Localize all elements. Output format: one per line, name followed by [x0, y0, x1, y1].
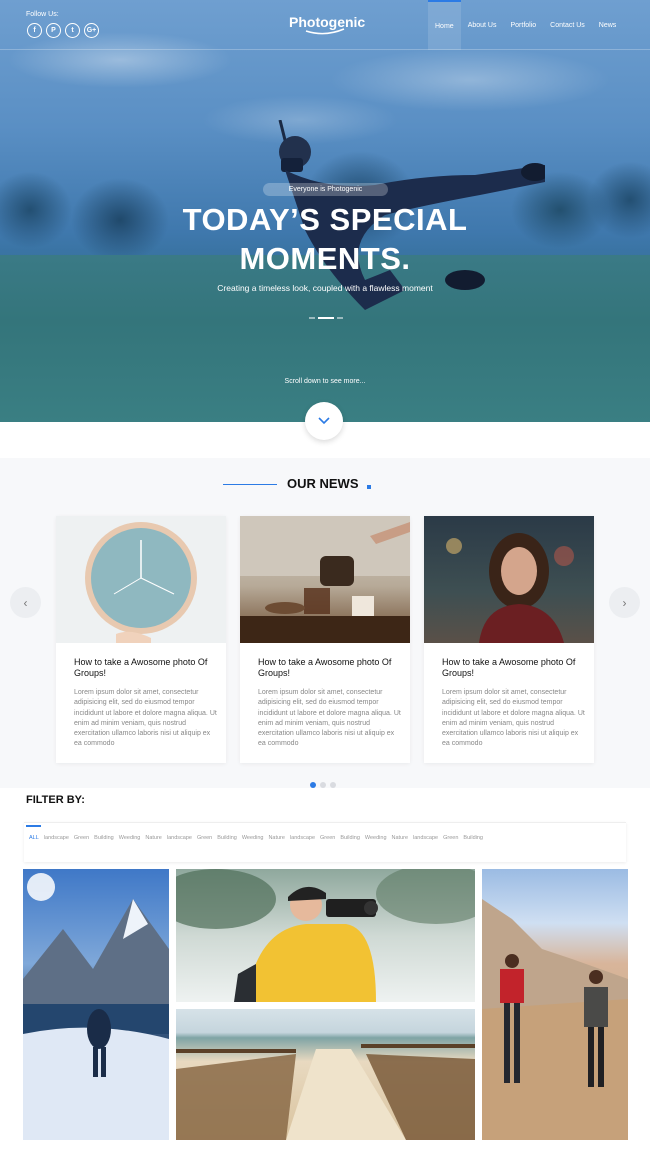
filter-tag[interactable]: Nature: [392, 835, 409, 841]
top-navbar: Follow Us: f P t G+ Photogenic Home Abou…: [0, 0, 650, 50]
news-pager: [310, 782, 336, 788]
wall-clock-icon: [85, 522, 197, 643]
news-pager-dot[interactable]: [330, 782, 336, 788]
gallery-image-beach-path[interactable]: [176, 1009, 475, 1140]
news-card-text: Lorem ipsum dolor sit amet, consectetur …: [258, 689, 401, 748]
filter-active-indicator: [26, 825, 41, 827]
nav-home[interactable]: Home: [428, 0, 461, 50]
filter-tag[interactable]: Building: [340, 835, 360, 841]
beach-path-scene: [176, 1044, 475, 1140]
scroll-down-button[interactable]: [305, 402, 343, 440]
gallery-image-snow-mountain[interactable]: [23, 869, 169, 1140]
chevron-down-icon: [318, 417, 330, 425]
news-card-text: Lorem ipsum dolor sit amet, consectetur …: [442, 689, 585, 748]
chevron-right-icon: ›: [622, 595, 627, 610]
gallery-image-hikers[interactable]: [482, 869, 628, 1140]
nav-news[interactable]: News: [592, 0, 624, 50]
chevron-left-icon: ‹: [23, 595, 28, 610]
filter-tag[interactable]: Weeding: [242, 835, 264, 841]
slider-dot[interactable]: [337, 317, 343, 319]
news-pager-dot[interactable]: [320, 782, 326, 788]
news-title-line: [223, 484, 277, 485]
news-card-image-clock: [56, 516, 226, 643]
hero-title: TODAY’S SPECIAL MOMENTS.: [0, 200, 650, 278]
news-card-image-coffee: [240, 516, 410, 643]
filter-tag[interactable]: Green: [197, 835, 212, 841]
hero-banner: Follow Us: f P t G+ Photogenic Home Abou…: [0, 0, 650, 422]
pinterest-icon[interactable]: P: [46, 23, 61, 38]
logo-swoosh-icon: [305, 28, 345, 35]
filter-tag[interactable]: Green: [74, 835, 89, 841]
news-card-image-portrait: [424, 516, 594, 643]
hero-title-line-1: TODAY’S SPECIAL: [182, 202, 468, 237]
follow-us-label: Follow Us:: [26, 11, 59, 18]
hero-title-line-2: MOMENTS.: [239, 241, 411, 276]
news-card-text: Lorem ipsum dolor sit amet, consectetur …: [74, 689, 217, 748]
news-card[interactable]: How to take a Awosome photo Of Groups! L…: [240, 516, 410, 763]
news-card-title[interactable]: How to take a Awosome photo Of Groups!: [74, 657, 219, 679]
news-card-title[interactable]: How to take a Awosome photo Of Groups!: [442, 657, 587, 679]
filter-tag[interactable]: Weeding: [365, 835, 387, 841]
filter-tag[interactable]: landscape: [290, 835, 315, 841]
news-card[interactable]: How to take a Awosome photo Of Groups! L…: [56, 516, 226, 763]
snow-mountain-scene: [23, 873, 169, 1140]
hero-slider-dots: [309, 317, 343, 319]
filter-tag[interactable]: Nature: [268, 835, 285, 841]
woman-portrait-icon: [446, 533, 574, 643]
hero-subtitle: Creating a timeless look, coupled with a…: [217, 283, 433, 293]
scroll-hint: Scroll down to see more...: [284, 378, 366, 385]
filter-tag[interactable]: Building: [94, 835, 114, 841]
photographer-scene: [176, 869, 475, 1002]
news-card[interactable]: How to take a Awosome photo Of Groups! L…: [424, 516, 594, 763]
twitter-icon[interactable]: t: [65, 23, 80, 38]
filter-tag[interactable]: landscape: [413, 835, 438, 841]
nav-about-us[interactable]: About Us: [461, 0, 504, 50]
filter-tag[interactable]: Building: [463, 835, 483, 841]
facebook-icon[interactable]: f: [27, 23, 42, 38]
hero-tagline: Everyone is Photogenic: [263, 183, 388, 196]
filter-bar: [24, 822, 626, 862]
googleplus-icon[interactable]: G+: [84, 23, 99, 38]
filter-tag[interactable]: Green: [443, 835, 458, 841]
slider-dot[interactable]: [309, 317, 315, 319]
news-title: OUR NEWS: [287, 476, 359, 491]
main-nav: Home About Us Portfolio Contact Us News: [428, 0, 623, 50]
news-card-title[interactable]: How to take a Awosome photo Of Groups!: [258, 657, 403, 679]
filter-tags: ALL landscape Green Building Weeding Nat…: [29, 835, 483, 841]
filter-tag[interactable]: landscape: [167, 835, 192, 841]
news-prev-button[interactable]: ‹: [10, 587, 41, 618]
filter-tag[interactable]: Green: [320, 835, 335, 841]
filter-tag[interactable]: landscape: [44, 835, 69, 841]
nav-portfolio[interactable]: Portfolio: [503, 0, 543, 50]
slider-dot-active[interactable]: [318, 317, 334, 319]
filter-title: FILTER BY:: [26, 794, 85, 806]
coffee-pour-icon: [240, 516, 410, 643]
filter-tag[interactable]: Building: [217, 835, 237, 841]
news-next-button[interactable]: ›: [609, 587, 640, 618]
hikers-scene: [482, 899, 628, 1140]
news-title-dot: [367, 485, 371, 489]
filter-tag[interactable]: Weeding: [119, 835, 141, 841]
news-pager-dot-active[interactable]: [310, 782, 316, 788]
nav-contact-us[interactable]: Contact Us: [543, 0, 592, 50]
gallery-image-photographer[interactable]: [176, 869, 475, 1002]
filter-tag-all[interactable]: ALL: [29, 835, 39, 841]
filter-tag[interactable]: Nature: [145, 835, 162, 841]
social-links: f P t G+: [27, 23, 99, 38]
